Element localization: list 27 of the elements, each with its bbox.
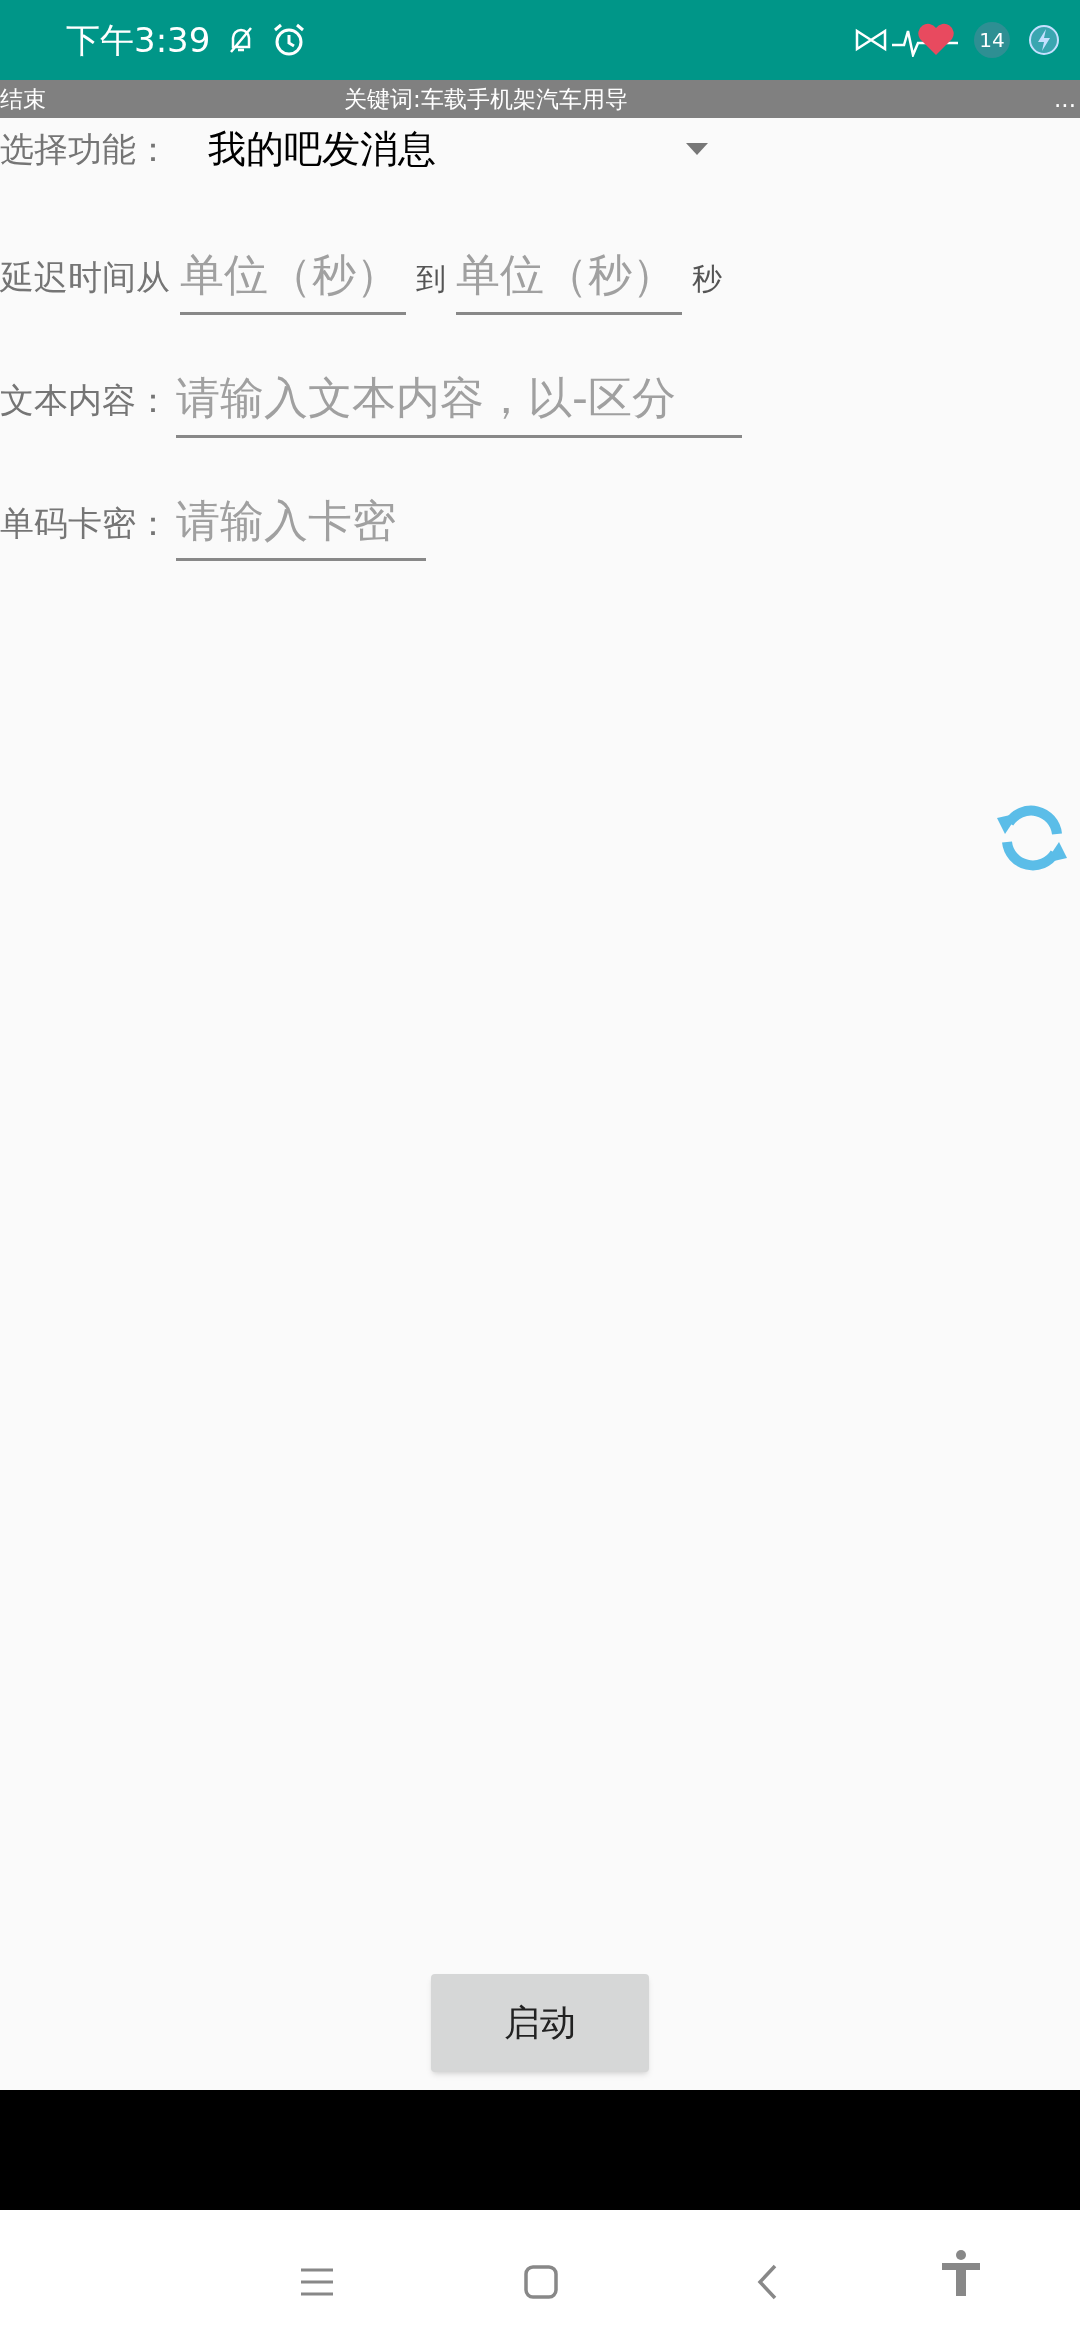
menu-icon[interactable] [301,2268,333,2296]
home-icon[interactable] [524,2265,558,2299]
keyword-text: 关键词:车载手机架汽车用导 [344,87,628,111]
bow-icon [854,28,888,52]
muted-bell-icon [228,26,255,54]
start-button[interactable]: 启动 [431,1974,649,2072]
dropdown-arrow-icon [686,143,708,155]
alarm-icon [272,23,307,57]
accessibility-icon[interactable] [942,2250,980,2296]
field-label: 文本内容： [0,379,170,422]
charging-bolt-icon [1028,24,1060,56]
input-field[interactable]: 单位（秒） [456,238,682,315]
field-label: 选择功能： [0,127,170,171]
field-label: 延迟时间从 [0,256,170,299]
heart-icon [916,23,956,57]
banner-label: 结束 [0,87,46,111]
field-label: 单码卡密： [0,502,170,545]
input-field[interactable]: 单位（秒） [180,238,406,315]
more-text: ... [1054,87,1076,111]
field-label: 秒 [692,260,722,298]
clock-time: 下午3:39 [66,18,211,62]
input-field[interactable]: 请输入文本内容，以-区分 [176,361,742,438]
field-label: 到 [416,260,446,298]
function-dropdown[interactable]: 我的吧发消息 [208,120,708,178]
back-icon[interactable] [757,2264,777,2300]
battery-level-text: 14 [974,22,1010,58]
input-field[interactable]: 请输入卡密 [176,484,426,561]
